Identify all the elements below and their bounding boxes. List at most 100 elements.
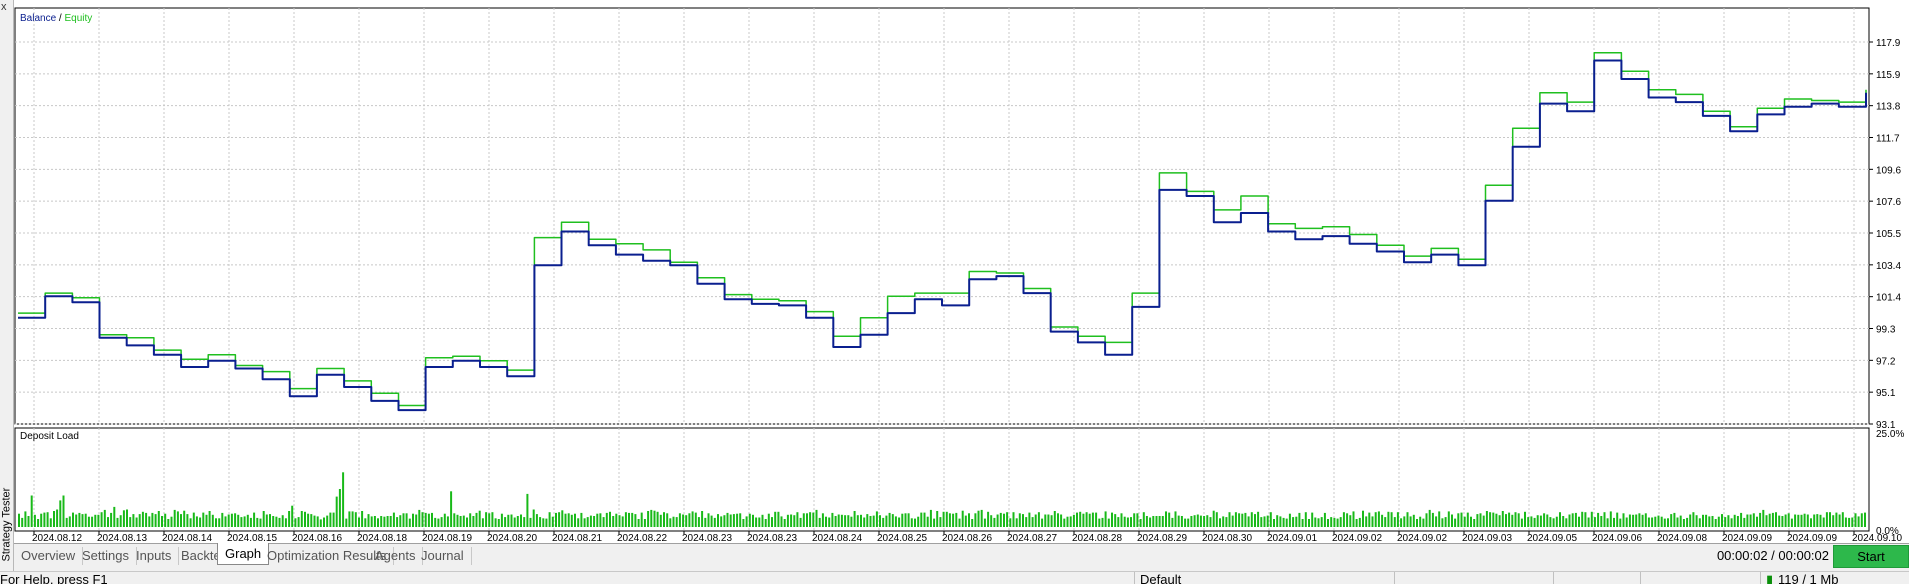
deposit-load-bar bbox=[653, 510, 656, 527]
deposit-load-bar bbox=[1060, 514, 1063, 527]
deposit-load-bar bbox=[1517, 513, 1520, 527]
deposit-load-bar bbox=[1832, 515, 1835, 527]
x-tick-label: 2024.08.21 bbox=[552, 533, 602, 543]
deposit-load-bar bbox=[574, 513, 576, 527]
deposit-load-bar bbox=[570, 514, 573, 527]
deposit-load-bar bbox=[1454, 518, 1457, 527]
tab-inputs[interactable]: Inputs bbox=[129, 547, 180, 565]
deposit-load-bar bbox=[894, 516, 897, 527]
deposit-load-bar bbox=[545, 518, 548, 527]
deposit-load-bar bbox=[1133, 513, 1136, 527]
x-tick-label: 2024.08.23 bbox=[747, 533, 797, 543]
x-tick-label: 2024.08.23 bbox=[682, 533, 732, 543]
deposit-load-bar bbox=[955, 512, 958, 527]
deposit-load-bar bbox=[1803, 513, 1806, 527]
deposit-load-bar bbox=[443, 513, 446, 527]
deposit-load-bar bbox=[1041, 518, 1044, 527]
deposit-load-bar bbox=[326, 515, 329, 527]
deposit-load-bar bbox=[389, 516, 392, 527]
deposit-load-bar bbox=[1527, 517, 1530, 527]
deposit-load-bar bbox=[1495, 513, 1498, 527]
deposit-load-bar bbox=[589, 515, 592, 527]
tab-journal[interactable]: Journal bbox=[414, 547, 472, 565]
deposit-load-bar bbox=[278, 517, 281, 527]
deposit-load-bar bbox=[726, 512, 729, 527]
deposit-load-bar bbox=[1260, 517, 1263, 527]
deposit-load-bar bbox=[215, 518, 217, 527]
deposit-load-bar bbox=[879, 515, 881, 527]
deposit-load-bar bbox=[783, 519, 786, 527]
deposit-load-bar bbox=[964, 515, 967, 527]
deposit-load-bar bbox=[246, 514, 249, 527]
deposit-load-bar bbox=[1651, 517, 1654, 527]
deposit-load-bar bbox=[526, 493, 529, 527]
deposit-load-bar bbox=[307, 513, 310, 527]
x-tick-label: 2024.08.29 bbox=[1137, 533, 1187, 543]
deposit-load-bar bbox=[1063, 518, 1066, 527]
deposit-load-bar bbox=[1320, 517, 1323, 527]
deposit-load-bar bbox=[450, 491, 453, 527]
deposit-load-bar bbox=[1860, 513, 1863, 527]
deposit-load-bar bbox=[1184, 518, 1187, 527]
deposit-load-bar bbox=[49, 518, 52, 527]
deposit-load-bar bbox=[354, 512, 357, 527]
deposit-load-bar bbox=[240, 517, 243, 527]
deposit-load-bar bbox=[1006, 512, 1009, 527]
x-tick-label: 2024.09.06 bbox=[1592, 533, 1642, 543]
deposit-load-bar bbox=[1451, 514, 1453, 527]
deposit-load-bar bbox=[599, 513, 602, 527]
deposit-load-bar bbox=[1597, 512, 1600, 527]
deposit-load-bar bbox=[1501, 511, 1504, 527]
deposit-load-bar bbox=[1800, 514, 1803, 527]
deposit-load-bar bbox=[466, 517, 468, 527]
deposit-load-bar bbox=[933, 518, 936, 527]
deposit-load-bar bbox=[408, 518, 411, 527]
deposit-load-bar bbox=[736, 513, 739, 527]
deposit-load-bar bbox=[491, 512, 494, 527]
deposit-load-bar bbox=[707, 513, 710, 527]
deposit-load-bar bbox=[418, 509, 421, 527]
deposit-load-bar bbox=[850, 516, 853, 527]
deposit-load-bar bbox=[1288, 513, 1291, 527]
tab-settings[interactable]: Settings bbox=[75, 547, 137, 565]
start-button[interactable]: Start bbox=[1833, 545, 1909, 568]
deposit-load-bar bbox=[1524, 511, 1526, 527]
deposit-load-bar bbox=[132, 514, 135, 527]
deposit-load-bar bbox=[818, 517, 821, 527]
deposit-load-bar bbox=[1425, 513, 1428, 527]
deposit-load-bar bbox=[1050, 515, 1053, 527]
x-tick-label: 2024.09.05 bbox=[1527, 533, 1577, 543]
close-icon[interactable]: x bbox=[1, 2, 7, 13]
deposit-load-bar bbox=[1543, 513, 1546, 527]
deposit-load-bar bbox=[1485, 511, 1488, 527]
deposit-load-bar bbox=[1530, 516, 1533, 527]
deposit-load-bar bbox=[701, 511, 704, 527]
deposit-load-bar bbox=[504, 517, 507, 527]
deposit-load-bar bbox=[910, 518, 913, 527]
deposit-load-bar bbox=[621, 516, 624, 527]
deposit-load-bar bbox=[825, 516, 827, 527]
deposit-load-bar bbox=[1406, 512, 1409, 527]
deposit-load-bar bbox=[831, 512, 834, 527]
deposit-load-bar bbox=[1155, 516, 1158, 527]
deposit-load-bar bbox=[1104, 511, 1107, 527]
deposit-load-bar bbox=[294, 518, 297, 527]
deposit-load-bar bbox=[431, 512, 433, 527]
deposit-load-bar bbox=[351, 511, 354, 527]
deposit-load-bar bbox=[1365, 516, 1368, 527]
x-tick-label: 2024.08.27 bbox=[1007, 533, 1057, 543]
deposit-load-bar bbox=[1098, 518, 1101, 527]
deposit-load-bar bbox=[1193, 515, 1196, 527]
deposit-load-bar bbox=[901, 513, 904, 527]
deposit-load-bar bbox=[497, 519, 500, 527]
deposit-load-bar bbox=[1508, 512, 1511, 527]
deposit-load-bar bbox=[380, 516, 383, 527]
deposit-load-bar bbox=[1578, 516, 1580, 527]
deposit-load-bar bbox=[1149, 517, 1152, 527]
deposit-load-bar bbox=[1206, 515, 1209, 527]
deposit-load-bar bbox=[564, 513, 567, 527]
tab-overview[interactable]: Overview bbox=[14, 547, 84, 565]
y-tick-label: 107.6 bbox=[1876, 197, 1901, 208]
deposit-load-bar bbox=[202, 512, 205, 527]
elapsed-timer: 00:00:02 / 00:00:02 bbox=[1716, 548, 1829, 563]
